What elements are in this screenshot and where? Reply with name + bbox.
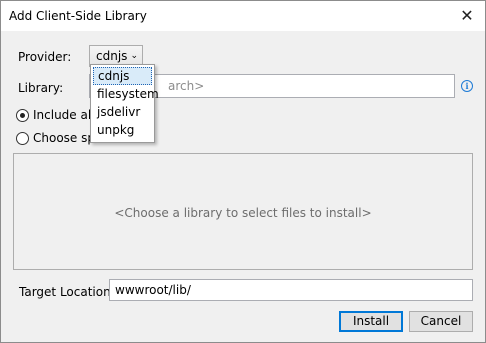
title-bar: Add Client-Side Library ✕ xyxy=(1,1,485,31)
dialog-title: Add Client-Side Library xyxy=(9,9,147,23)
target-location-value: wwwroot/lib/ xyxy=(115,283,191,297)
files-placeholder: <Choose a library to select files to ins… xyxy=(114,206,372,220)
chevron-down-icon: ⌄ xyxy=(130,51,138,61)
provider-value: cdnjs xyxy=(96,49,128,63)
include-all-radio[interactable] xyxy=(16,109,29,122)
choose-specific-label: Choose sp xyxy=(33,131,95,145)
target-location-label: Target Location: xyxy=(19,285,115,299)
library-label: Library: xyxy=(18,81,64,95)
add-library-dialog: Add Client-Side Library ✕ Provider: cdnj… xyxy=(0,0,486,343)
provider-option-jsdelivr[interactable]: jsdelivr xyxy=(93,103,152,121)
close-icon[interactable]: ✕ xyxy=(455,4,479,28)
include-all-label: Include all xyxy=(33,108,95,122)
install-button[interactable]: Install xyxy=(339,311,403,332)
provider-option-filesystem[interactable]: filesystem xyxy=(93,85,159,103)
provider-option-unpkg[interactable]: unpkg xyxy=(93,121,152,139)
provider-option-cdnjs[interactable]: cdnjs xyxy=(93,67,152,85)
cancel-button[interactable]: Cancel xyxy=(409,311,473,332)
provider-dropdown-list: cdnjs filesystem jsdelivr unpkg xyxy=(90,64,159,143)
provider-label: Provider: xyxy=(18,50,72,64)
target-location-input[interactable]: wwwroot/lib/ xyxy=(109,279,473,301)
choose-specific-radio[interactable] xyxy=(16,132,29,145)
library-placeholder: arch> xyxy=(168,79,205,93)
files-panel: <Choose a library to select files to ins… xyxy=(13,153,473,270)
info-icon[interactable]: i xyxy=(461,80,473,92)
